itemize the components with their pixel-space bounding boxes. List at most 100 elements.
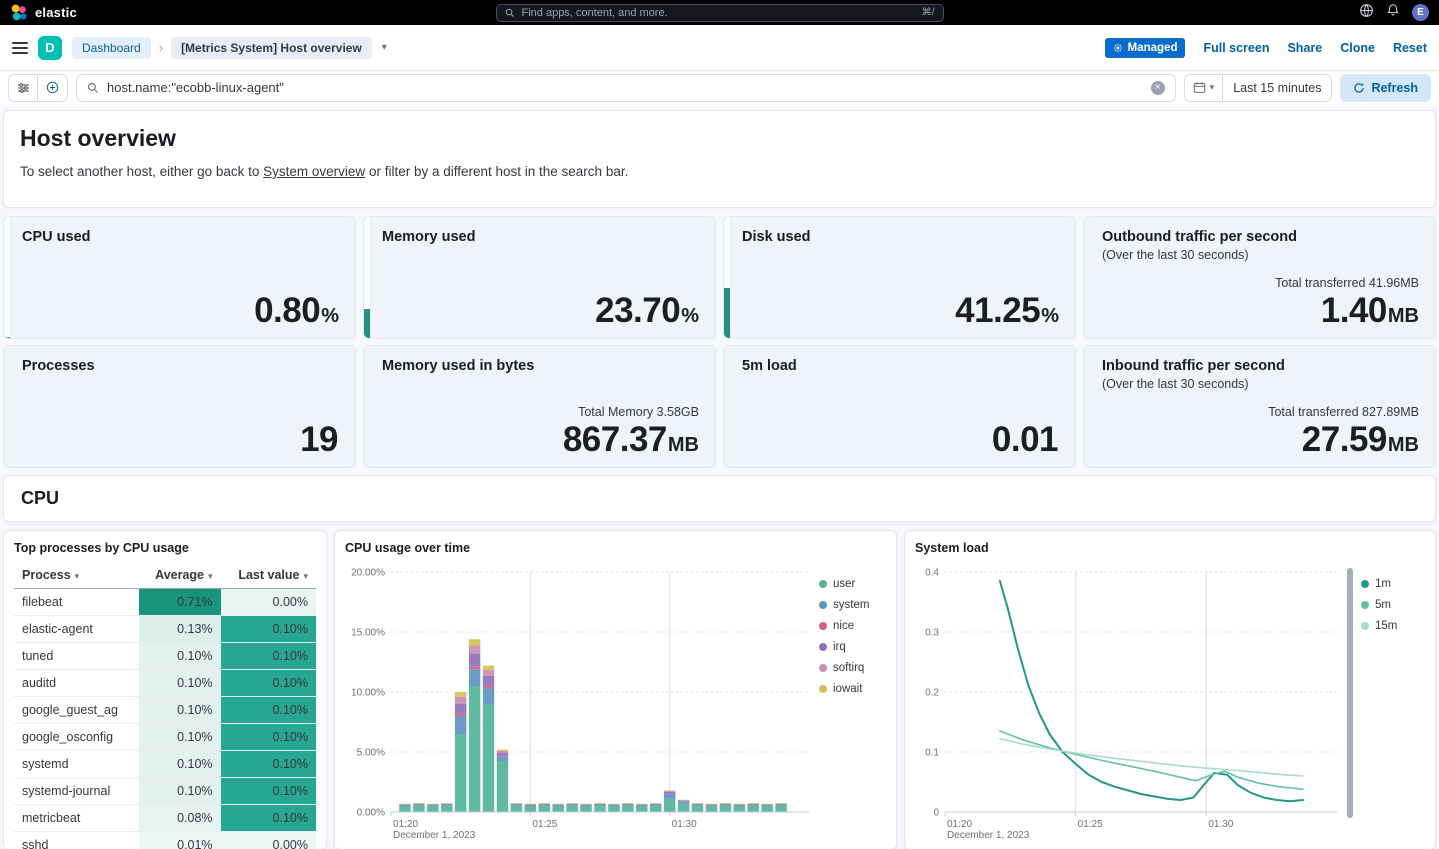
table-row[interactable]: metricbeat0.08%0.10% — [14, 805, 316, 832]
table-row[interactable]: google_osconfig0.10%0.10% — [14, 724, 316, 751]
query-input[interactable]: host.name:"ecobb-linux-agent" × — [76, 74, 1176, 102]
filter-settings-button[interactable] — [8, 74, 38, 102]
metric-value-row: 0.01 — [992, 422, 1059, 457]
help-icon[interactable] — [1359, 3, 1374, 23]
managed-badge[interactable]: Managed — [1105, 38, 1186, 58]
metric-value-row: 0.80% — [254, 293, 339, 328]
table-row[interactable]: tuned0.10%0.10% — [14, 643, 316, 670]
clone-button[interactable]: Clone — [1340, 41, 1375, 55]
metric-panel-5m-load[interactable]: 5m load0.01 — [723, 345, 1076, 468]
query-text: host.name:"ecobb-linux-agent" — [107, 80, 284, 95]
metric-progress-fill — [4, 337, 10, 338]
legend-item-1m[interactable]: 1m — [1361, 578, 1421, 590]
sort-caret-icon: ▾ — [208, 571, 213, 581]
filter-sliders-icon — [17, 82, 30, 94]
metric-progress-fill — [724, 288, 730, 338]
legend-label: system — [833, 599, 869, 611]
average-cell: 0.10% — [139, 670, 221, 697]
column-label: Average — [155, 568, 204, 582]
chart-body: 00.10.20.30.401:20December 1, 202301:250… — [915, 564, 1425, 846]
add-filter-button[interactable] — [38, 74, 68, 102]
last-value-cell: 0.10% — [221, 751, 316, 778]
system-overview-link[interactable]: System overview — [263, 164, 365, 179]
breadcrumb-dashboard[interactable]: Dashboard — [72, 37, 151, 59]
metric-panel-memory-used-in-bytes[interactable]: Memory used in bytesTotal Memory 3.58GB8… — [363, 345, 716, 468]
legend-label: softirq — [833, 662, 864, 674]
legend-dot — [819, 580, 827, 588]
notifications-icon[interactable] — [1386, 3, 1400, 22]
average-cell: 0.71% — [139, 589, 221, 616]
search-shortcut-hint: ⌘/ — [922, 7, 935, 18]
managed-icon — [1113, 43, 1123, 53]
space-badge[interactable]: D — [38, 36, 62, 60]
metric-panel-processes[interactable]: Processes19 — [3, 345, 356, 468]
metric-subtitle: (Over the last 30 seconds) — [1102, 248, 1419, 262]
column-header-last-value[interactable]: Last value▾ — [221, 562, 316, 589]
metric-secondary-value: Total transferred 41.96MB — [1275, 276, 1419, 290]
menu-icon[interactable] — [12, 42, 28, 54]
legend-item-iowait[interactable]: iowait — [819, 683, 879, 695]
metric-panel-memory-used[interactable]: Memory used23.70% — [363, 216, 716, 339]
refresh-button-label: Refresh — [1371, 81, 1418, 95]
table-row[interactable]: filebeat0.71%0.00% — [14, 589, 316, 616]
clear-query-icon[interactable]: × — [1151, 81, 1165, 95]
spacer — [22, 245, 339, 293]
legend-item-system[interactable]: system — [819, 599, 879, 611]
breadcrumb-current-page[interactable]: [Metrics System] Host overview — [171, 37, 372, 59]
metric-value: 867.37 — [563, 422, 667, 457]
dashboard-canvas: Host overview To select another host, ei… — [0, 104, 1439, 849]
metric-panel-outbound-traffic-per-second[interactable]: Outbound traffic per second(Over the las… — [1083, 216, 1436, 339]
user-avatar[interactable]: E — [1412, 4, 1429, 21]
svg-text:20.00%: 20.00% — [351, 568, 385, 579]
svg-text:0.4: 0.4 — [925, 568, 939, 579]
legend-label: irq — [833, 641, 846, 653]
metric-value: 23.70 — [595, 293, 680, 328]
cpu-section-title: CPU — [21, 488, 59, 509]
table-row[interactable]: sshd0.01%0.00% — [14, 832, 316, 849]
overview-description: To select another host, either go back t… — [20, 164, 1419, 179]
brand-name: elastic — [35, 5, 77, 20]
legend-item-user[interactable]: user — [819, 578, 879, 590]
spacer — [382, 374, 699, 405]
elastic-home-link[interactable]: elastic — [10, 4, 77, 22]
legend-item-5m[interactable]: 5m — [1361, 599, 1421, 611]
metric-value-row: 1.40MB — [1321, 293, 1419, 328]
legend-item-15m[interactable]: 15m — [1361, 620, 1421, 632]
refresh-button[interactable]: Refresh — [1340, 74, 1431, 102]
table-row[interactable]: elastic-agent0.13%0.10% — [14, 616, 316, 643]
chevron-down-icon[interactable]: ▾ — [382, 42, 387, 53]
full-screen-button[interactable]: Full screen — [1203, 41, 1269, 55]
legend-item-irq[interactable]: irq — [819, 641, 879, 653]
search-icon — [87, 82, 99, 94]
column-header-process[interactable]: Process▾ — [14, 562, 139, 589]
table-row[interactable]: google_guest_ag0.10%0.10% — [14, 697, 316, 724]
metric-panel-disk-used[interactable]: Disk used41.25% — [723, 216, 1076, 339]
scrollbar[interactable] — [1347, 568, 1353, 818]
share-button[interactable]: Share — [1287, 41, 1322, 55]
last-value-cell: 0.10% — [221, 616, 316, 643]
metric-title: Memory used — [382, 229, 699, 245]
table-row[interactable]: systemd0.10%0.10% — [14, 751, 316, 778]
system-load-chart[interactable]: 00.10.20.30.401:20December 1, 202301:250… — [915, 564, 1345, 846]
metric-panel-inbound-traffic-per-second[interactable]: Inbound traffic per second(Over the last… — [1083, 345, 1436, 468]
metric-value: 0.80 — [254, 293, 320, 328]
legend-item-softirq[interactable]: softirq — [819, 662, 879, 674]
column-header-average[interactable]: Average ▾ — [139, 562, 221, 589]
svg-text:0.3: 0.3 — [925, 628, 939, 639]
process-name-cell: google_guest_ag — [14, 697, 139, 724]
metric-panel-cpu-used[interactable]: CPU used0.80% — [3, 216, 356, 339]
reset-button[interactable]: Reset — [1393, 41, 1427, 55]
legend-label: user — [833, 578, 855, 590]
legend-item-nice[interactable]: nice — [819, 620, 879, 632]
time-range-button[interactable]: Last 15 minutes — [1223, 81, 1331, 95]
global-search-input[interactable]: Find apps, content, and more. ⌘/ — [496, 4, 944, 22]
last-value-cell: 0.10% — [221, 778, 316, 805]
cpu-usage-chart[interactable]: 0.00%5.00%10.00%15.00%20.00%01:20Decembe… — [345, 564, 815, 846]
table-row[interactable]: systemd-journal0.10%0.10% — [14, 778, 316, 805]
table-row[interactable]: auditd0.10%0.10% — [14, 670, 316, 697]
calendar-menu-button[interactable]: ▾ — [1185, 75, 1224, 101]
process-name-cell: sshd — [14, 832, 139, 849]
column-label: Process — [22, 568, 71, 582]
metric-value-row: 27.59MB — [1302, 422, 1419, 457]
average-cell: 0.10% — [139, 643, 221, 670]
